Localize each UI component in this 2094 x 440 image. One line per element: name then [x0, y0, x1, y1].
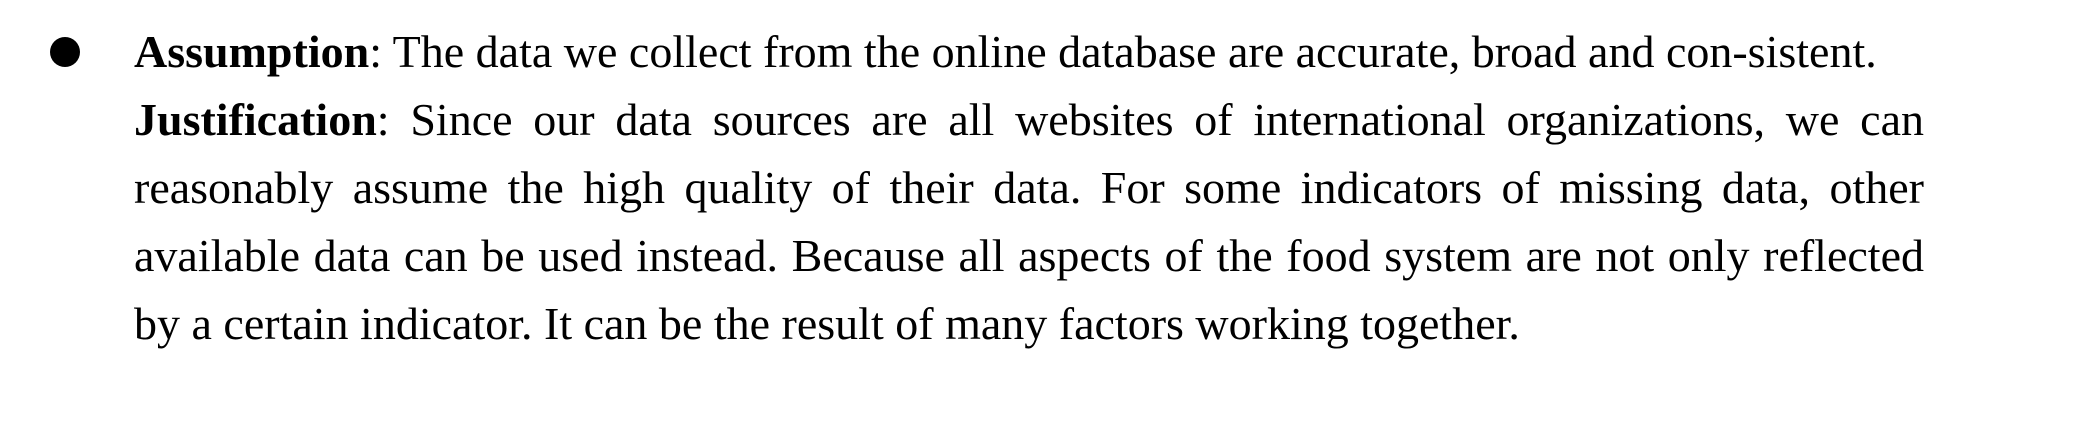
document-page: Assumption: The data we collect from the…	[0, 0, 2094, 440]
justification-term: Justification	[134, 94, 377, 145]
assumption-separator: :	[369, 26, 393, 77]
assumption-paragraph: Assumption: The data we collect from the…	[134, 18, 1924, 86]
assumption-text: The data we collect from the online data…	[392, 26, 1877, 77]
justification-paragraph: Justification: Since our data sources ar…	[134, 86, 1924, 358]
assumption-term: Assumption	[134, 26, 370, 77]
assumption-list-item: Assumption: The data we collect from the…	[134, 18, 1924, 358]
previous-line-fragment	[134, 0, 1924, 18]
bullet-icon	[50, 37, 80, 67]
justification-separator: :	[376, 94, 411, 145]
